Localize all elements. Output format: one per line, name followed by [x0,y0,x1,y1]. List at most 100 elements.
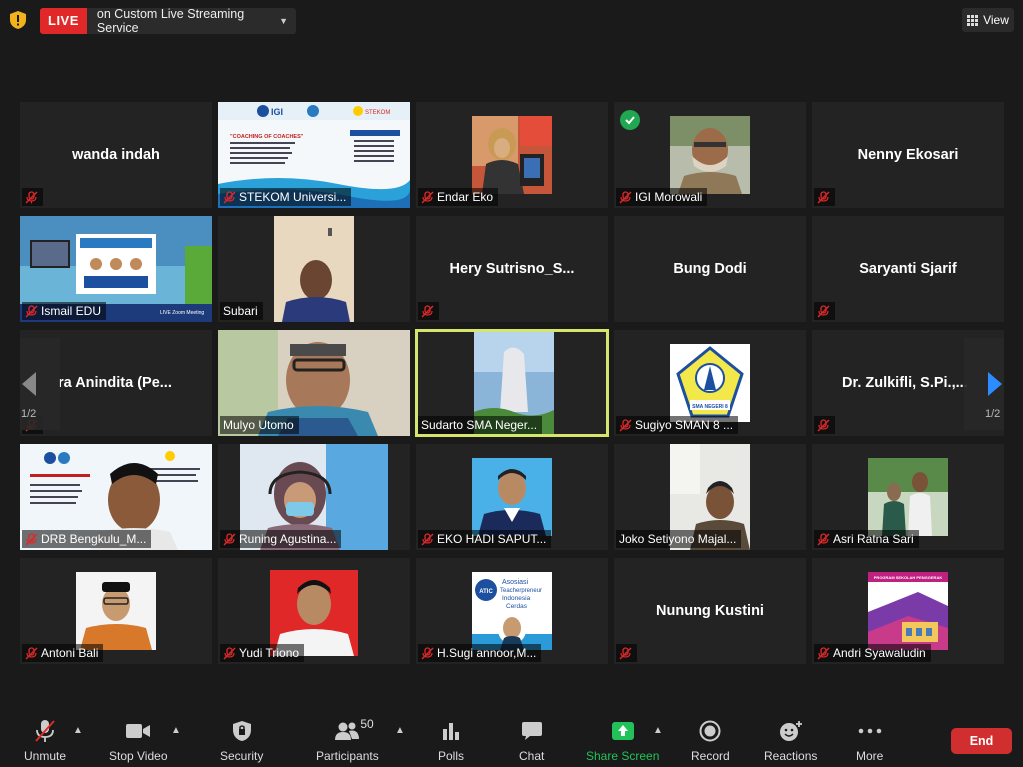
participant-label: DRB Bengkulu_M... [22,530,152,548]
mic-muted-icon [25,190,38,203]
participant-tile[interactable]: Subari [218,216,410,322]
participant-tile[interactable]: Mulyo Utomo [218,330,410,436]
participant-tile[interactable]: Yudi Triono [218,558,410,664]
participant-tile[interactable]: wanda indah [20,102,212,208]
ellipsis-icon [858,728,881,734]
participant-tile[interactable]: Nenny Ekosari [812,102,1004,208]
participant-name: Yudi Triono [239,646,300,660]
participant-tile[interactable]: Nunung Kustini [614,558,806,664]
security-button[interactable]: Security [220,719,263,763]
share-options-caret[interactable]: ▲ [653,725,663,736]
stop-video-button[interactable]: Stop Video [109,719,168,763]
security-label: Security [220,749,264,763]
live-badge: LIVE [40,8,87,34]
unmute-button[interactable]: Unmute [24,719,66,763]
participant-tile[interactable]: PROGRAM SEKOLAH PENGGERAK Andri Syawalud… [812,558,1004,664]
participant-label [814,188,835,206]
participant-photo [472,458,552,536]
participant-tile[interactable]: DRB Bengkulu_M... [20,444,212,550]
stop-video-label: Stop Video [109,749,168,763]
participant-name: Mulyo Utomo [223,418,294,432]
shield-icon[interactable] [10,11,26,29]
chevron-right-icon [988,372,1002,396]
mic-muted-icon [817,304,830,317]
participant-tile[interactable]: IGI Morowali [614,102,806,208]
participant-label: Andri Syawaludin [814,644,931,662]
participant-tile[interactable]: Saryanti Sjarif [812,216,1004,322]
participant-tile[interactable]: Hery Sutrisno_S... [416,216,608,322]
mic-muted-icon [619,646,632,659]
participants-button[interactable]: 50 Participants [316,717,379,763]
caret-down-icon: ▼ [279,16,288,26]
atic-line-4: Cerdas [506,603,528,610]
chat-button[interactable]: Chat [519,719,544,763]
participant-name: wanda indah [72,147,160,163]
participant-tile[interactable]: Joko Setiyono Majal... [614,444,806,550]
mic-muted-icon [817,646,830,659]
participant-label: H.Sugi annoor,M... [418,644,542,662]
participant-label [616,644,637,662]
share-screen-icon [611,722,634,740]
atic-logo-image: ATIC Asosiasi Teacherpreneur Indonesia C… [472,572,552,650]
share-screen-button[interactable]: Share Screen [586,719,659,763]
participant-name: Saryanti Sjarif [859,261,957,277]
participant-label: Yudi Triono [220,644,305,662]
participant-label: Antoni Bali [22,644,104,662]
participant-name: H.Sugi annoor,M... [437,646,537,660]
live-stream-dropdown[interactable]: LIVE on Custom Live Streaming Service ▼ [40,7,296,35]
gallery-grid: wanda indah IGI STEKOM "COACHING OF COAC… [20,102,1004,666]
record-button[interactable]: Record [691,719,730,763]
participant-label: Asri Ratna Sari [814,530,919,548]
participant-label: Runing Agustina... [220,530,342,548]
reactions-button[interactable]: Reactions [764,719,817,763]
more-label: More [856,749,884,763]
participant-tile[interactable]: LIVE Zoom Meeting Ismail EDU [20,216,212,322]
participants-count: 50 [360,717,374,731]
participants-options-caret[interactable]: ▲ [395,725,405,736]
mic-muted-icon [619,418,632,431]
participant-label: Joko Setiyono Majal... [616,530,742,548]
participant-name: Endar Eko [437,190,494,204]
participants-icon [335,722,360,740]
participant-tile[interactable]: EKO HADI SAPUT... [416,444,608,550]
svg-text:STEKOM: STEKOM [365,110,390,116]
participant-label [814,416,835,434]
participant-label: STEKOM Universi... [220,188,352,206]
participant-photo [76,572,156,650]
microphone-muted-icon [35,720,55,742]
participant-name: Antoni Bali [41,646,99,660]
record-label: Record [691,749,730,763]
program-title: PROGRAM SEKOLAH PENGGERAK [874,575,943,580]
atic-line-1: Asosiasi [502,579,529,586]
participant-tile-active-speaker[interactable]: Sudarto SMA Neger... [415,329,609,437]
school-logo-text: SMA NEGERI 8 [692,404,728,410]
grid-icon [967,14,979,26]
participant-tile[interactable]: Endar Eko [416,102,608,208]
unmute-options-caret[interactable]: ▲ [73,725,83,736]
participant-label: EKO HADI SAPUT... [418,530,552,548]
participant-tile[interactable]: IGI STEKOM "COACHING OF COACHES" STEKOM … [218,102,410,208]
security-shield-icon [232,721,251,741]
participant-tile[interactable]: SMA NEGERI 8 Sugiyo SMAN 8 ... [614,330,806,436]
participant-tile[interactable]: Runing Agustina... [218,444,410,550]
participant-tile[interactable]: Antoni Bali [20,558,212,664]
end-meeting-button[interactable]: End [951,728,1012,754]
video-options-caret[interactable]: ▲ [171,725,181,736]
view-button[interactable]: View [962,8,1014,32]
record-icon [699,720,721,742]
participant-tile[interactable]: Bung Dodi [614,216,806,322]
participant-name: EKO HADI SAPUT... [437,532,547,546]
atic-line-3: Indonesia [502,595,531,602]
chat-label: Chat [519,749,545,763]
participant-label: Mulyo Utomo [220,416,299,434]
participant-tile[interactable]: ATIC Asosiasi Teacherpreneur Indonesia C… [416,558,608,664]
svg-text:"COACHING OF COACHES": "COACHING OF COACHES" [230,134,304,140]
view-label: View [983,13,1009,27]
mic-muted-icon [223,190,236,203]
participant-tile[interactable]: Asri Ratna Sari [812,444,1004,550]
more-button[interactable]: More [856,719,883,763]
top-bar: LIVE on Custom Live Streaming Service ▼ … [0,0,1023,42]
polls-button[interactable]: Polls [438,719,464,763]
meeting-toolbar: Unmute ▲ Stop Video ▲ Security 50 Partic… [0,705,1023,767]
participant-video [274,216,354,322]
